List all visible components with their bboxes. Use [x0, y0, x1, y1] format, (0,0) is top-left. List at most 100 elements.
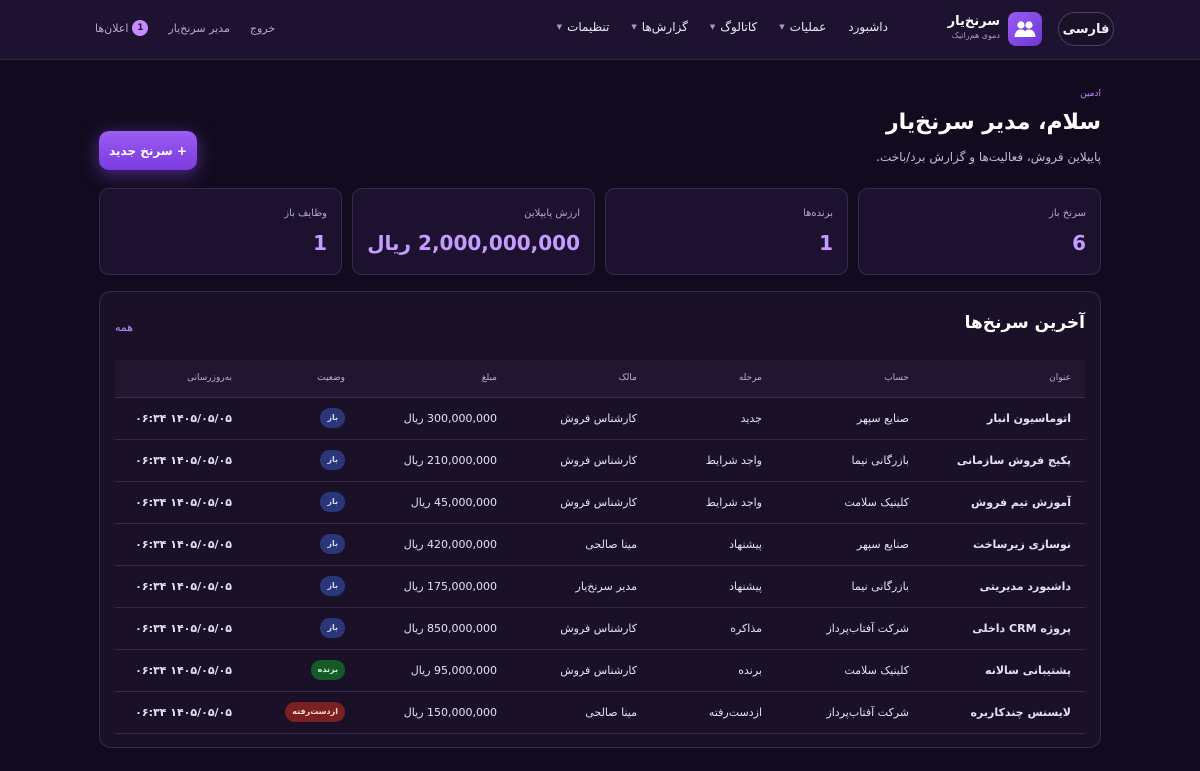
nav-item-label: داشبورد [848, 20, 888, 34]
table-row[interactable]: آموزش تیم فروش کلینیک سلامت واجد شرایط کارش… [115, 481, 1085, 524]
stat-value: 6 [1072, 231, 1086, 255]
cell-title[interactable]: لایسنس چندکاربره [923, 691, 1085, 734]
status-badge: باز [320, 534, 345, 554]
notifications-link[interactable]: 1 اعلان‌ها [95, 20, 149, 36]
column-header-status[interactable]: وضعیت [246, 360, 359, 398]
cell-account: بازرگانی نیما [776, 565, 923, 608]
cell-amount: 850,000,000 ریال [359, 607, 511, 650]
table-row[interactable]: نوسازی زیرساخت صنایع سپهر پیشنهاد مینا صالح… [115, 523, 1085, 566]
cell-amount: 95,000,000 ریال [359, 649, 511, 692]
cell-amount: 175,000,000 ریال [359, 565, 511, 608]
cell-amount: 420,000,000 ریال [359, 523, 511, 566]
chevron-down-icon: ▼ [779, 23, 785, 31]
leads-table: عنوان حساب مرحله مالک مبلغ وضعیت به‌روزر… [115, 360, 1085, 734]
cell-updated: ۱۴۰۵/۰۵/۰۵ ۰۶:۳۴ [115, 565, 246, 608]
cell-stage: واجد شرایط [651, 439, 776, 482]
table-row[interactable]: داشبورد مدیریتی بازرگانی نیما پیشنهاد مدیر … [115, 565, 1085, 608]
cell-updated: ۱۴۰۵/۰۵/۰۵ ۰۶:۳۴ [115, 397, 246, 440]
stat-card-open-tasks: وظایف باز 1 [99, 188, 342, 275]
column-header-owner[interactable]: مالک [511, 360, 651, 398]
page-subtitle: پایپلاین فروش، فعالیت‌ها و گزارش برد/باخ… [876, 150, 1101, 164]
table-row[interactable]: پشتیبانی سالانه کلینیک سلامت برنده کارشناس … [115, 649, 1085, 692]
column-header-account[interactable]: حساب [776, 360, 923, 398]
nav-item-4[interactable]: تنظیمات ▼ [557, 20, 610, 34]
column-header-stage[interactable]: مرحله [651, 360, 776, 398]
cell-stage: واجد شرایط [651, 481, 776, 524]
cell-account: بازرگانی نیما [776, 439, 923, 482]
nav-item-2[interactable]: کاتالوگ ▼ [710, 20, 757, 34]
cell-status: باز [246, 397, 359, 440]
cell-stage: مذاکره [651, 607, 776, 650]
stat-card-pipeline-value: ارزش پایپلاین 2,000,000,000 ریال [352, 188, 595, 275]
brand-logo[interactable] [1008, 12, 1042, 46]
table-row[interactable]: پکیج فروش سازمانی بازرگانی نیما واجد شرایط… [115, 439, 1085, 482]
chevron-down-icon: ▼ [556, 23, 563, 31]
nav-item-label: عملیات [789, 20, 827, 34]
stat-value: 2,000,000,000 ریال [367, 231, 580, 255]
table-row[interactable]: لایسنس چندکاربره شرکت آفتاب‌پرداز ازدست‌رف… [115, 691, 1085, 734]
cell-title[interactable]: پروژه CRM داخلی [923, 607, 1085, 650]
cell-amount: 45,000,000 ریال [359, 481, 511, 524]
cell-stage: برنده [651, 649, 776, 692]
cell-title[interactable]: نوسازی زیرساخت [923, 523, 1085, 566]
column-header-updated[interactable]: به‌روزرسانی [115, 360, 246, 398]
table-row[interactable]: پروژه CRM داخلی شرکت آفتاب‌پرداز مذاکره کار… [115, 607, 1085, 650]
cell-title[interactable]: آموزش تیم فروش [923, 481, 1085, 524]
stat-label: برنده‌ها [803, 208, 833, 219]
cell-stage: ازدست‌رفته [651, 691, 776, 734]
stat-value: 1 [819, 231, 833, 255]
column-header-amount[interactable]: مبلغ [359, 360, 511, 398]
nav-item-label: گزارش‌ها [641, 20, 688, 34]
new-lead-button[interactable]: + سرنخ جدید [99, 131, 197, 170]
cell-owner: کارشناس فروش [511, 607, 651, 650]
stat-label: وظایف باز [284, 208, 327, 219]
cell-amount: 300,000,000 ریال [359, 397, 511, 440]
stat-card-wins: برنده‌ها 1 [605, 188, 848, 275]
role-tag: ادمین [1080, 89, 1101, 99]
top-navbar: فارسی سرنخ‌یار دموی هم‌راتیک داشبورد عملی… [0, 0, 1200, 60]
nav-item-3[interactable]: گزارش‌ها ▼ [631, 20, 688, 34]
nav-item-0[interactable]: داشبورد [848, 20, 888, 34]
cell-owner: مدیر سرنخ‌یار [511, 565, 651, 608]
cell-status: باز [246, 481, 359, 524]
cell-account: کلینیک سلامت [776, 649, 923, 692]
table-header-row: عنوان حساب مرحله مالک مبلغ وضعیت به‌روزر… [115, 360, 1085, 398]
cell-owner: کارشناس فروش [511, 439, 651, 482]
cell-title[interactable]: داشبورد مدیریتی [923, 565, 1085, 608]
language-toggle-button[interactable]: فارسی [1058, 12, 1114, 46]
cell-owner: کارشناس فروش [511, 481, 651, 524]
view-all-link[interactable]: همه [115, 321, 133, 334]
cell-title[interactable]: پکیج فروش سازمانی [923, 439, 1085, 482]
chevron-down-icon: ▼ [631, 23, 637, 31]
cell-owner: مینا صالحی [511, 691, 651, 734]
chevron-down-icon: ▼ [709, 23, 716, 31]
column-header-title[interactable]: عنوان [923, 360, 1085, 398]
main-nav: داشبورد عملیات ▼ کاتالوگ ▼ گزارش‌ها ▼ تنظیمات ▼ [557, 20, 888, 34]
brand-subtitle: دموی هم‌راتیک [951, 31, 1000, 40]
cell-amount: 210,000,000 ریال [359, 439, 511, 482]
cell-title[interactable]: اتوماسیون انبار [923, 397, 1085, 440]
stat-card-open-leads: سرنخ باز 6 [858, 188, 1101, 275]
status-badge: باز [320, 576, 345, 596]
nav-item-1[interactable]: عملیات ▼ [779, 20, 826, 34]
page-title: سلام، مدیر سرنخ‌یار [885, 110, 1101, 135]
cell-account: شرکت آفتاب‌پرداز [776, 691, 923, 734]
notifications-label: اعلان‌ها [95, 21, 129, 35]
user-name-link[interactable]: مدیر سرنخ‌یار [168, 22, 229, 35]
panel-title: آخرین سرنخ‌ها [964, 313, 1085, 333]
brand-name: سرنخ‌یار [947, 14, 1000, 29]
table-row[interactable]: اتوماسیون انبار صنایع سپهر جدید کارشناس فرو… [115, 397, 1085, 440]
cell-updated: ۱۴۰۵/۰۵/۰۵ ۰۶:۳۴ [115, 439, 246, 482]
cell-stage: جدید [651, 397, 776, 440]
logout-link[interactable]: خروج [250, 22, 275, 35]
cell-account: کلینیک سلامت [776, 481, 923, 524]
status-badge: برنده [310, 660, 345, 680]
latest-leads-panel: آخرین سرنخ‌ها همه عنوان حساب مرحله مالک … [99, 291, 1101, 748]
notifications-count-badge: 1 [132, 20, 149, 36]
cell-status: باز [246, 607, 359, 650]
nav-item-label: کاتالوگ [720, 20, 758, 34]
cell-updated: ۱۴۰۵/۰۵/۰۵ ۰۶:۳۴ [115, 481, 246, 524]
cell-title[interactable]: پشتیبانی سالانه [923, 649, 1085, 692]
cell-stage: پیشنهاد [651, 523, 776, 566]
user-menu: 1 اعلان‌ها مدیر سرنخ‌یار خروج [95, 20, 275, 36]
